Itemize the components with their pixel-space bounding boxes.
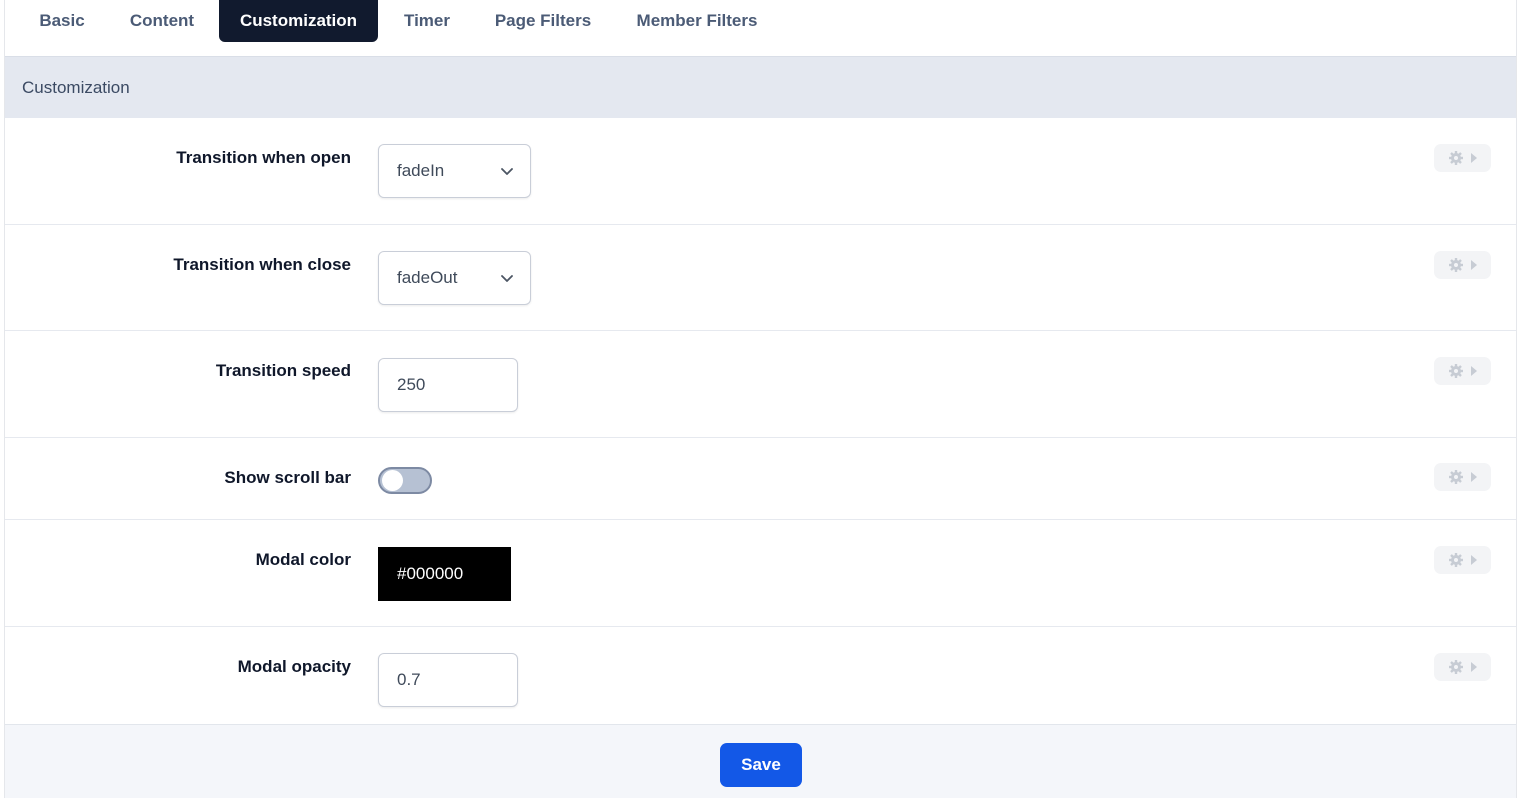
field-settings-button[interactable] <box>1434 463 1491 491</box>
field-label: Transition when open <box>176 148 351 167</box>
field-label: Modal opacity <box>237 657 351 676</box>
tab-timer[interactable]: Timer <box>390 0 464 42</box>
caret-right-icon <box>1470 366 1477 376</box>
transition-close-select[interactable]: fadeOut <box>378 251 531 305</box>
field-row-show-scroll-bar: Show scroll bar <box>5 438 1516 520</box>
settings-panel: Basic Content Customization Timer Page F… <box>4 0 1517 798</box>
field-settings-button[interactable] <box>1434 251 1491 279</box>
field-label: Transition speed <box>215 361 351 380</box>
gear-icon <box>1448 470 1463 484</box>
tab-customization[interactable]: Customization <box>219 0 378 42</box>
modal-opacity-input[interactable]: 0.7 <box>378 653 518 707</box>
field-row-modal-opacity: Modal opacity 0.7 <box>5 627 1516 724</box>
field-settings-button[interactable] <box>1434 144 1491 172</box>
input-value: 0.7 <box>397 670 421 689</box>
caret-right-icon <box>1470 472 1477 482</box>
gear-icon <box>1448 151 1463 165</box>
chevron-down-icon <box>501 168 513 175</box>
gear-icon <box>1448 553 1463 567</box>
field-label: Transition when close <box>173 255 351 274</box>
tab-page-filters[interactable]: Page Filters <box>483 0 603 42</box>
field-label: Show scroll bar <box>224 468 351 487</box>
tab-bar: Basic Content Customization Timer Page F… <box>5 0 1516 56</box>
field-row-transition-speed: Transition speed 250 <box>5 331 1516 438</box>
gear-icon <box>1448 258 1463 272</box>
select-value: fadeIn <box>397 161 445 180</box>
caret-right-icon <box>1470 153 1477 163</box>
field-settings-button[interactable] <box>1434 653 1491 681</box>
caret-right-icon <box>1470 260 1477 270</box>
gear-icon <box>1448 364 1463 378</box>
tab-content[interactable]: Content <box>113 0 211 42</box>
tab-basic[interactable]: Basic <box>23 0 101 42</box>
caret-right-icon <box>1470 662 1477 672</box>
tab-member-filters[interactable]: Member Filters <box>625 0 769 42</box>
section-header: Customization <box>5 56 1516 118</box>
transition-speed-input[interactable]: 250 <box>378 358 518 412</box>
input-value: 250 <box>397 375 426 394</box>
field-row-modal-color: Modal color #000000 <box>5 520 1516 627</box>
toggle-knob <box>382 470 403 491</box>
field-settings-button[interactable] <box>1434 546 1491 574</box>
field-row-transition-open: Transition when open fadeIn <box>5 118 1516 225</box>
save-button[interactable]: Save <box>720 743 802 787</box>
gear-icon <box>1448 660 1463 674</box>
section-title: Customization <box>22 77 130 97</box>
chevron-down-icon <box>501 275 513 282</box>
color-value: #000000 <box>397 564 464 583</box>
field-row-transition-close: Transition when close fadeOut <box>5 225 1516 331</box>
modal-color-picker[interactable]: #000000 <box>378 547 511 601</box>
field-label: Modal color <box>255 550 351 569</box>
show-scroll-bar-toggle[interactable] <box>378 467 432 494</box>
form-footer: Save <box>5 724 1516 798</box>
caret-right-icon <box>1470 555 1477 565</box>
select-value: fadeOut <box>397 268 458 287</box>
transition-open-select[interactable]: fadeIn <box>378 144 531 198</box>
field-settings-button[interactable] <box>1434 357 1491 385</box>
